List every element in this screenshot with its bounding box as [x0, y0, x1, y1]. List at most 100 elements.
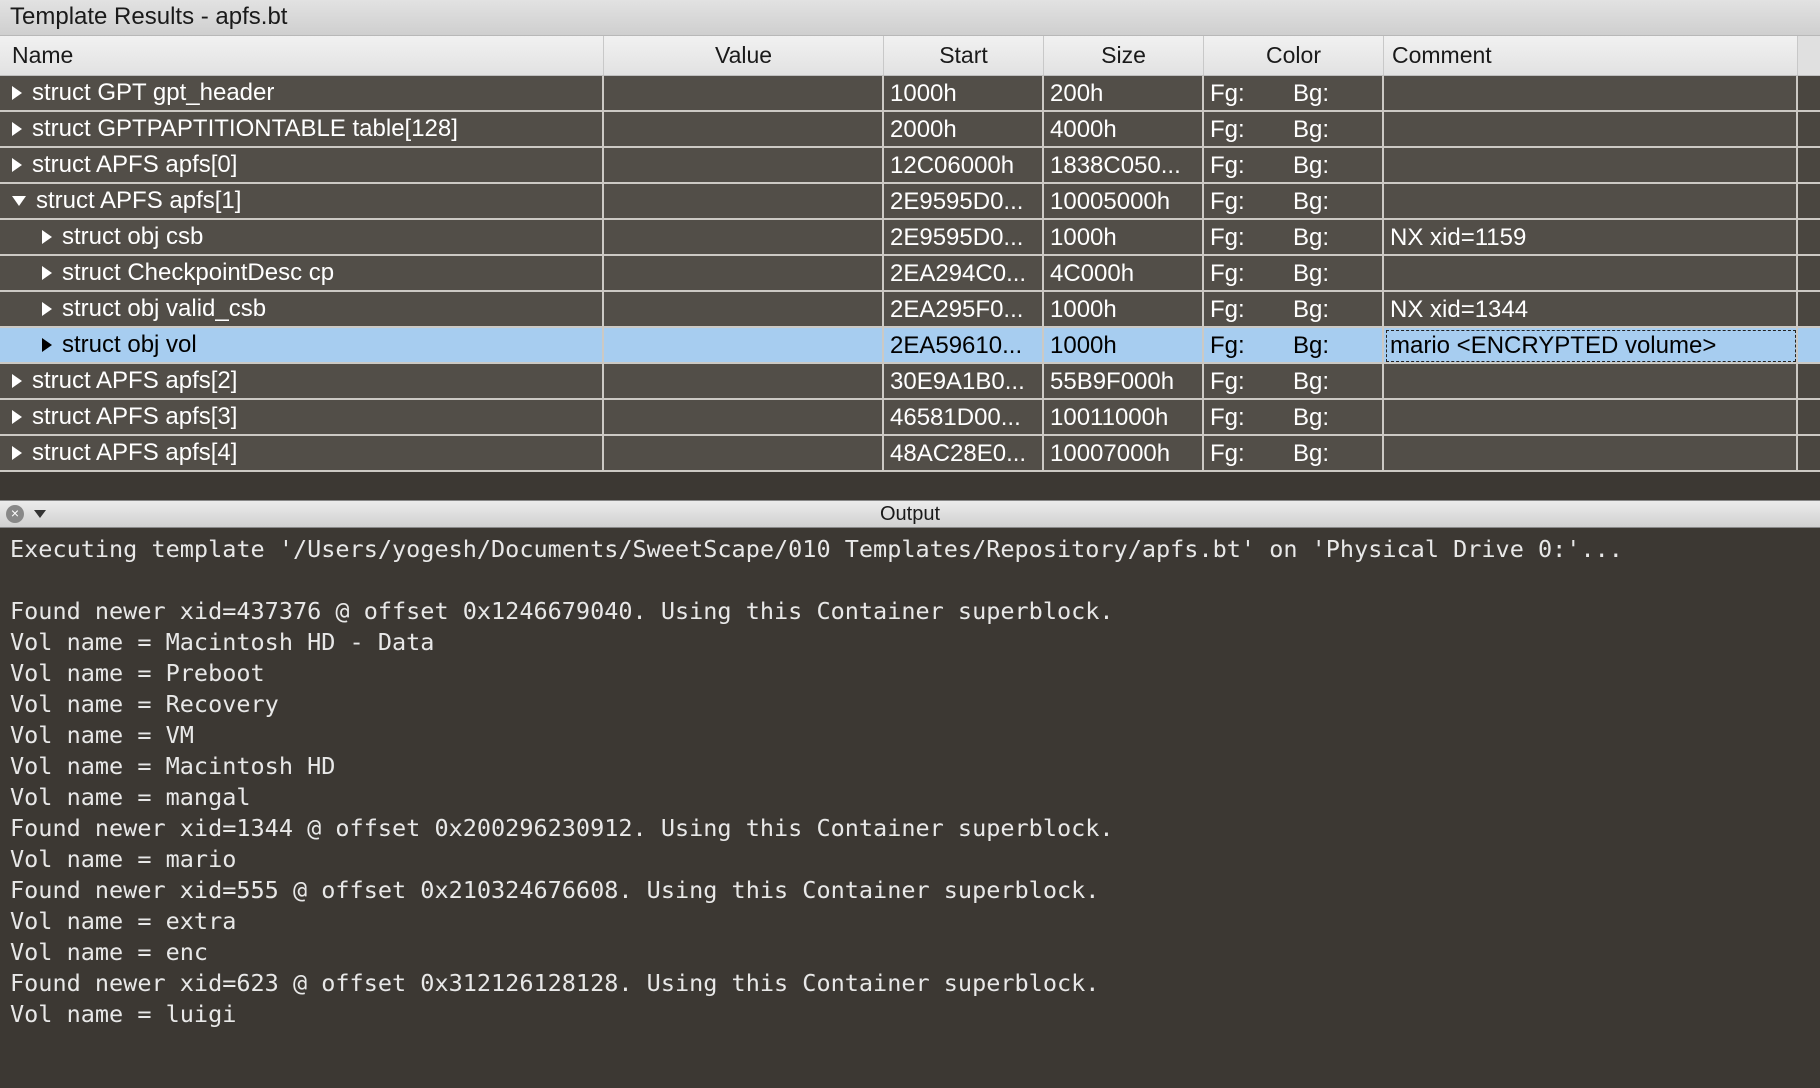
row-name-cell[interactable]: struct APFS apfs[4] — [0, 436, 604, 472]
row-size-cell[interactable]: 55B9F000h — [1044, 364, 1204, 400]
row-name-cell[interactable]: struct GPT gpt_header — [0, 76, 604, 112]
row-color-cell[interactable]: Fg:Bg: — [1204, 220, 1384, 256]
table-row[interactable]: struct GPTPAPTITIONTABLE table[128] 2000h… — [0, 112, 1820, 148]
disclosure-closed-icon[interactable] — [42, 338, 52, 352]
header-name[interactable]: Name — [0, 36, 604, 75]
table-row[interactable]: struct CheckpointDesc cp 2EA294C0...4C000… — [0, 256, 1820, 292]
row-start-cell[interactable]: 2EA59610... — [884, 328, 1044, 364]
header-color[interactable]: Color — [1204, 36, 1384, 75]
row-comment-cell[interactable]: NX xid=1159 — [1384, 220, 1798, 256]
row-size-cell[interactable]: 10005000h — [1044, 184, 1204, 220]
row-name-cell[interactable]: struct APFS apfs[0] — [0, 148, 604, 184]
row-start-cell[interactable]: 2E9595D0... — [884, 184, 1044, 220]
row-name-cell[interactable]: struct APFS apfs[3] — [0, 400, 604, 436]
table-row[interactable]: struct APFS apfs[4] 48AC28E0...10007000hF… — [0, 436, 1820, 472]
row-size-cell[interactable]: 4C000h — [1044, 256, 1204, 292]
disclosure-closed-icon[interactable] — [42, 266, 52, 280]
disclosure-closed-icon[interactable] — [42, 230, 52, 244]
row-value-cell[interactable] — [604, 364, 884, 400]
header-value[interactable]: Value — [604, 36, 884, 75]
row-size-cell[interactable]: 1000h — [1044, 328, 1204, 364]
chevron-down-icon[interactable] — [34, 510, 46, 518]
disclosure-closed-icon[interactable] — [12, 86, 22, 100]
table-row[interactable]: struct APFS apfs[3] 46581D00...10011000hF… — [0, 400, 1820, 436]
row-value-cell[interactable] — [604, 76, 884, 112]
header-start[interactable]: Start — [884, 36, 1044, 75]
row-comment-cell[interactable] — [1384, 112, 1798, 148]
table-row[interactable]: struct obj csb 2E9595D0...1000hFg:Bg:NX x… — [0, 220, 1820, 256]
table-row[interactable]: struct APFS apfs[2] 30E9A1B0...55B9F000hF… — [0, 364, 1820, 400]
row-size-cell[interactable]: 200h — [1044, 76, 1204, 112]
row-name-cell[interactable]: struct CheckpointDesc cp — [0, 256, 604, 292]
row-value-cell[interactable] — [604, 436, 884, 472]
disclosure-open-icon[interactable] — [12, 196, 26, 206]
row-color-cell[interactable]: Fg:Bg: — [1204, 292, 1384, 328]
row-value-cell[interactable] — [604, 112, 884, 148]
row-value-cell[interactable] — [604, 292, 884, 328]
row-color-cell[interactable]: Fg:Bg: — [1204, 364, 1384, 400]
row-value-cell[interactable] — [604, 256, 884, 292]
row-comment-cell[interactable] — [1384, 148, 1798, 184]
row-comment-cell[interactable] — [1384, 256, 1798, 292]
row-start-cell[interactable]: 2E9595D0... — [884, 220, 1044, 256]
row-color-cell[interactable]: Fg:Bg: — [1204, 112, 1384, 148]
row-color-cell[interactable]: Fg:Bg: — [1204, 328, 1384, 364]
row-value-cell[interactable] — [604, 148, 884, 184]
row-size-cell[interactable]: 4000h — [1044, 112, 1204, 148]
row-comment-cell[interactable] — [1384, 184, 1798, 220]
table-row[interactable]: struct APFS apfs[0] 12C06000h1838C050...F… — [0, 148, 1820, 184]
close-icon[interactable]: × — [6, 505, 24, 523]
row-name-cell[interactable]: struct obj vol — [0, 328, 604, 364]
row-comment-cell[interactable] — [1384, 76, 1798, 112]
row-color-cell[interactable]: Fg:Bg: — [1204, 256, 1384, 292]
row-value-cell[interactable] — [604, 400, 884, 436]
row-size-cell[interactable]: 1000h — [1044, 220, 1204, 256]
disclosure-closed-icon[interactable] — [12, 158, 22, 172]
row-comment-cell[interactable] — [1384, 364, 1798, 400]
row-scroll-gutter — [1798, 364, 1820, 400]
table-row[interactable]: struct APFS apfs[1] 2E9595D0...10005000hF… — [0, 184, 1820, 220]
row-start-cell[interactable]: 46581D00... — [884, 400, 1044, 436]
header-size[interactable]: Size — [1044, 36, 1204, 75]
row-start-cell[interactable]: 12C06000h — [884, 148, 1044, 184]
row-name-cell[interactable]: struct APFS apfs[2] — [0, 364, 604, 400]
table-row[interactable]: struct GPT gpt_header 1000h200hFg:Bg: — [0, 76, 1820, 112]
row-size-cell[interactable]: 10007000h — [1044, 436, 1204, 472]
row-comment-cell[interactable] — [1384, 400, 1798, 436]
row-color-cell[interactable]: Fg:Bg: — [1204, 148, 1384, 184]
row-start-cell[interactable]: 2000h — [884, 112, 1044, 148]
row-name-label: struct GPT gpt_header — [32, 76, 274, 111]
table-row[interactable]: struct obj vol 2EA59610...1000hFg:Bg:mari… — [0, 328, 1820, 364]
row-size-cell[interactable]: 1838C050... — [1044, 148, 1204, 184]
row-value-cell[interactable] — [604, 220, 884, 256]
row-color-cell[interactable]: Fg:Bg: — [1204, 76, 1384, 112]
output-text[interactable]: Executing template '/Users/yogesh/Docume… — [0, 528, 1820, 1050]
row-start-cell[interactable]: 2EA295F0... — [884, 292, 1044, 328]
header-comment[interactable]: Comment — [1384, 36, 1798, 75]
disclosure-closed-icon[interactable] — [42, 302, 52, 316]
row-comment-cell[interactable]: NX xid=1344 — [1384, 292, 1798, 328]
row-name-cell[interactable]: struct APFS apfs[1] — [0, 184, 604, 220]
table-row[interactable]: struct obj valid_csb 2EA295F0...1000hFg:B… — [0, 292, 1820, 328]
disclosure-closed-icon[interactable] — [12, 122, 22, 136]
row-name-label: struct GPTPAPTITIONTABLE table[128] — [32, 112, 458, 147]
row-size-cell[interactable]: 1000h — [1044, 292, 1204, 328]
row-name-cell[interactable]: struct GPTPAPTITIONTABLE table[128] — [0, 112, 604, 148]
row-start-cell[interactable]: 30E9A1B0... — [884, 364, 1044, 400]
row-start-cell[interactable]: 1000h — [884, 76, 1044, 112]
disclosure-closed-icon[interactable] — [12, 410, 22, 424]
row-color-cell[interactable]: Fg:Bg: — [1204, 184, 1384, 220]
row-comment-cell[interactable] — [1384, 436, 1798, 472]
row-start-cell[interactable]: 48AC28E0... — [884, 436, 1044, 472]
disclosure-closed-icon[interactable] — [12, 446, 22, 460]
row-value-cell[interactable] — [604, 328, 884, 364]
row-size-cell[interactable]: 10011000h — [1044, 400, 1204, 436]
row-value-cell[interactable] — [604, 184, 884, 220]
row-color-cell[interactable]: Fg:Bg: — [1204, 436, 1384, 472]
row-comment-cell[interactable]: mario <ENCRYPTED volume> — [1384, 328, 1798, 364]
row-color-cell[interactable]: Fg:Bg: — [1204, 400, 1384, 436]
row-name-cell[interactable]: struct obj csb — [0, 220, 604, 256]
disclosure-closed-icon[interactable] — [12, 374, 22, 388]
row-start-cell[interactable]: 2EA294C0... — [884, 256, 1044, 292]
row-name-cell[interactable]: struct obj valid_csb — [0, 292, 604, 328]
